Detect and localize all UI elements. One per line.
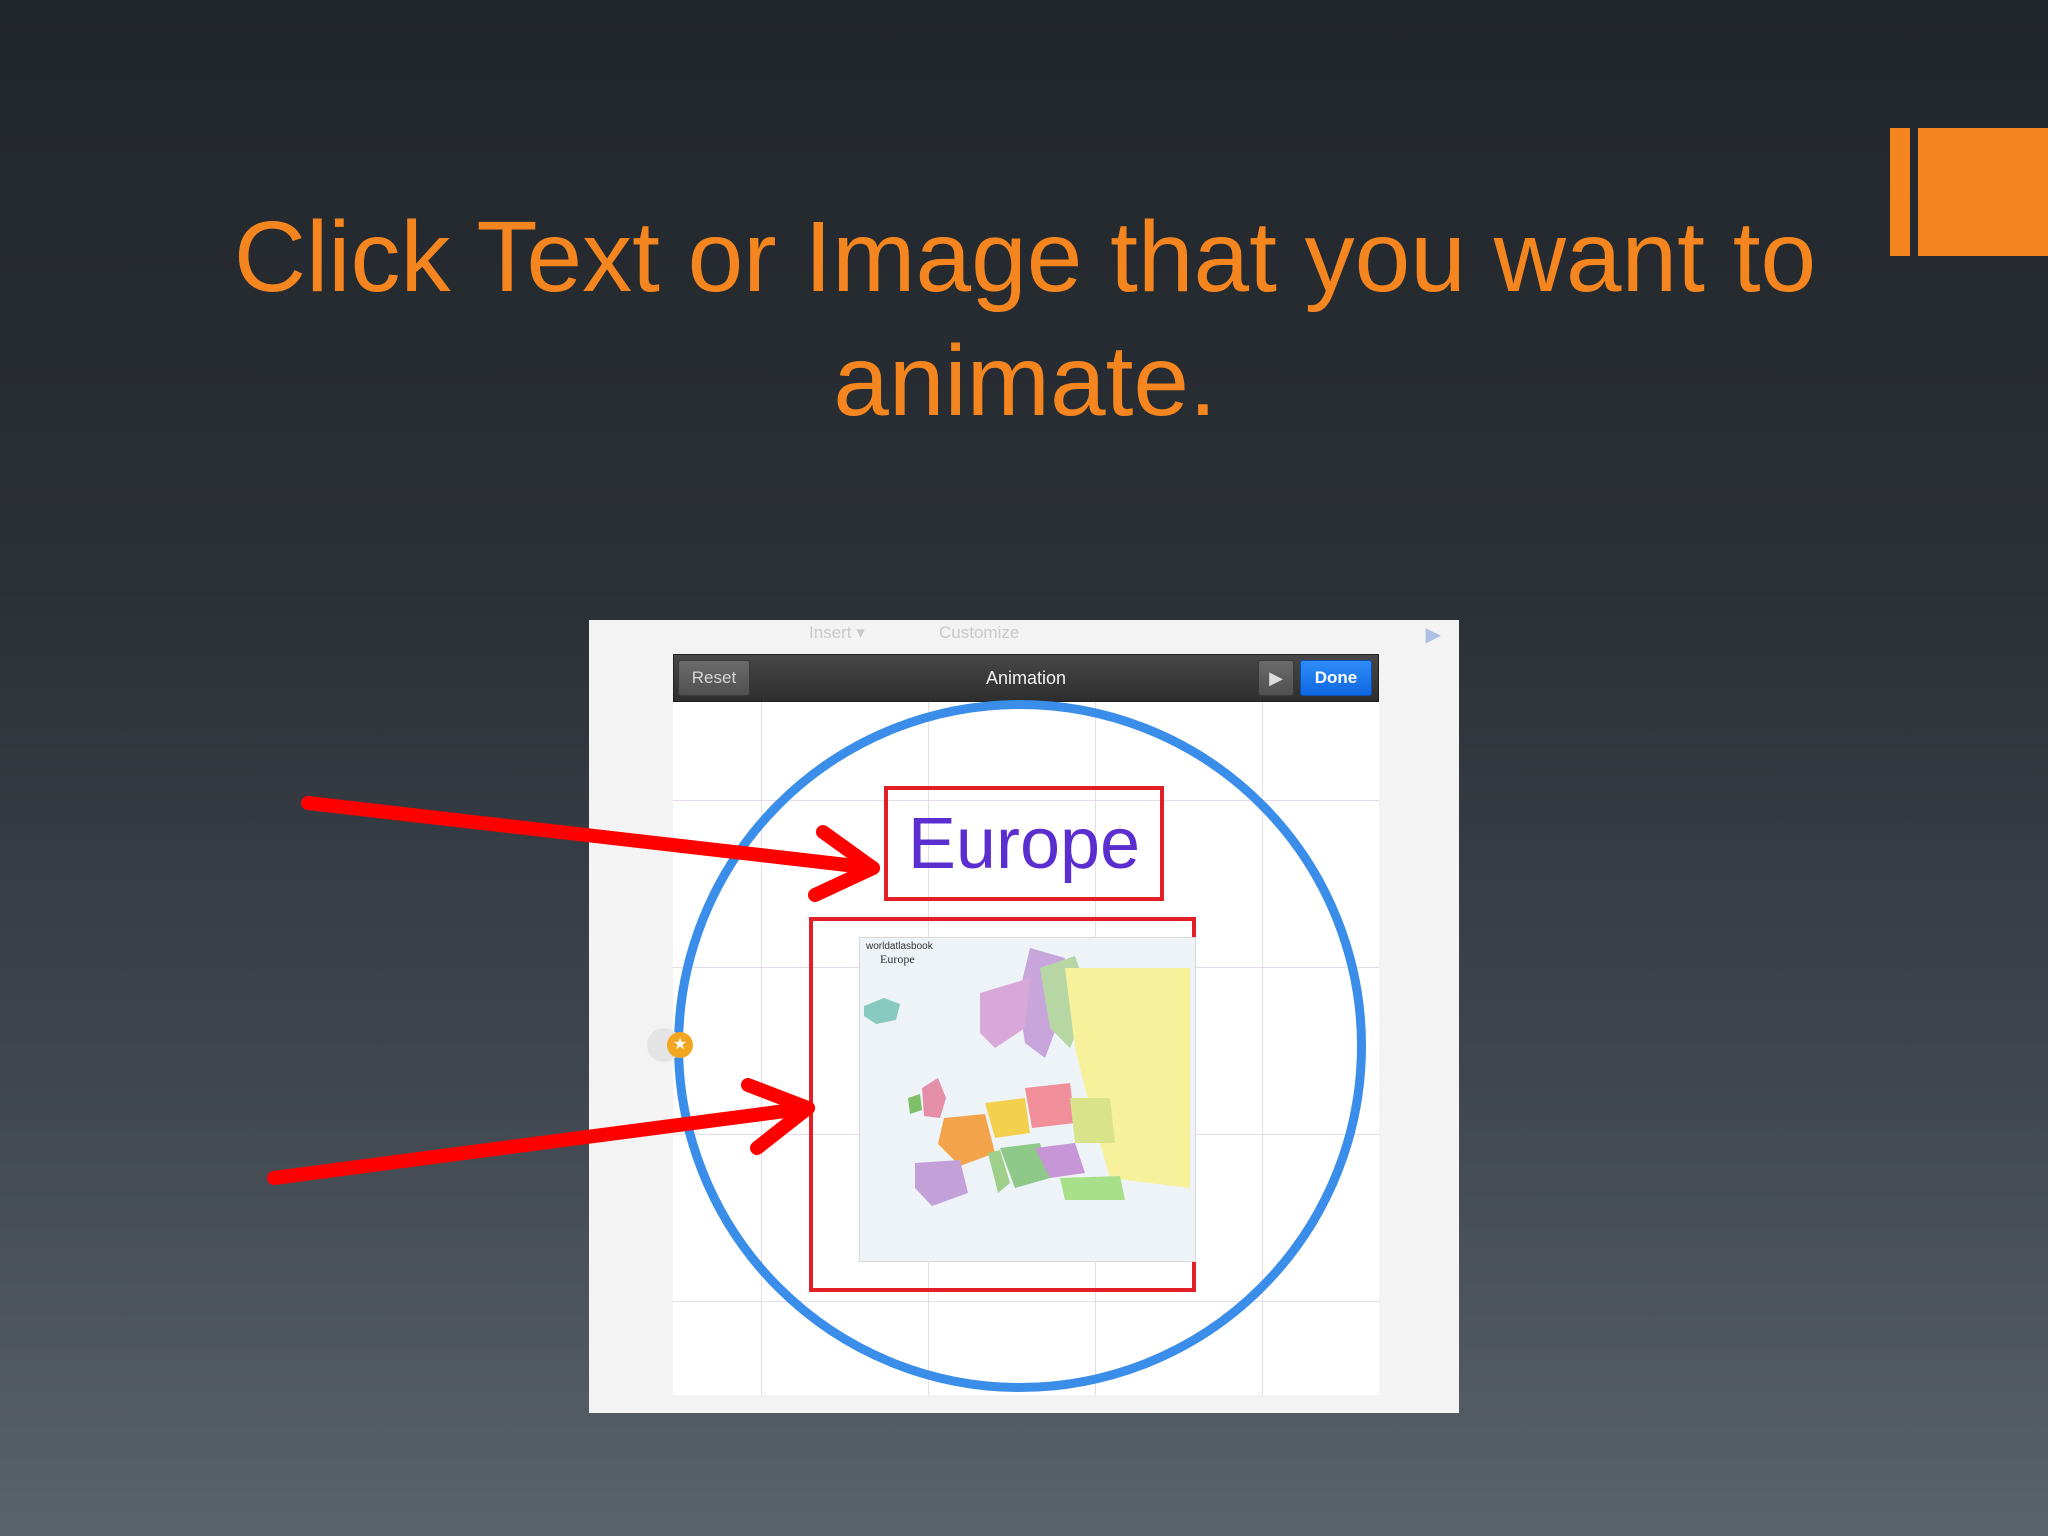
play-icon: ▶ — [1269, 668, 1283, 688]
ireland-shape — [908, 1094, 922, 1114]
britain-shape — [922, 1078, 946, 1118]
animation-toolbar: Reset Animation ▶ Done — [673, 654, 1379, 702]
reset-button[interactable]: Reset — [678, 660, 750, 696]
slide-title: Click Text or Image that you want to ani… — [233, 201, 1817, 437]
norway-shape — [980, 978, 1030, 1048]
accent-block — [1918, 128, 2048, 256]
europe-map-image[interactable]: worldatlasbook Europe — [859, 937, 1196, 1262]
europe-text-object[interactable]: Europe — [908, 808, 1140, 880]
animation-badge-star-icon[interactable]: ★ — [667, 1032, 693, 1058]
iberia-shape — [915, 1160, 968, 1206]
customize-menu[interactable]: Customize — [939, 623, 1019, 643]
germany-shape — [985, 1098, 1030, 1138]
europe-map-drawing — [864, 948, 1190, 1206]
insert-menu[interactable]: Insert ▾ — [809, 623, 865, 643]
europe-text-highlight[interactable]: Europe — [884, 786, 1164, 901]
done-button[interactable]: Done — [1300, 660, 1372, 696]
map-name: Europe — [880, 952, 915, 966]
turkey-shape — [1060, 1176, 1125, 1200]
russia-shape — [1065, 968, 1190, 1188]
play-icon[interactable]: ▶ — [1426, 622, 1441, 647]
ukraine-shape — [1070, 1098, 1115, 1143]
iceland-shape — [864, 998, 900, 1024]
preview-play-button[interactable]: ▶ — [1258, 660, 1294, 696]
map-brand: worldatlasbook — [866, 941, 933, 952]
accent-bar — [1890, 128, 1910, 256]
ghost-toolbar: Insert ▾ Customize ▶ — [589, 620, 1459, 652]
france-shape — [938, 1114, 995, 1166]
app-screenshot: Insert ▾ Customize ▶ Reset Animation ▶ D… — [589, 620, 1459, 1413]
poland-shape — [1025, 1083, 1075, 1128]
